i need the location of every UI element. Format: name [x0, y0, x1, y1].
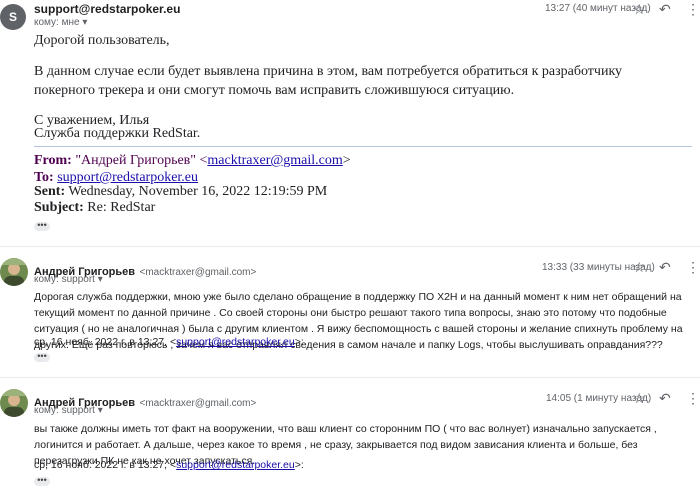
- quote-email-link[interactable]: support@redstarpoker.eu: [176, 459, 295, 471]
- recipient-text: кому: support: [34, 274, 95, 285]
- sender-avatar[interactable]: [0, 258, 28, 286]
- quoted-sent-value: Wednesday, November 16, 2022 12:19:59 PM: [68, 184, 328, 199]
- star-icon[interactable]: ☆: [633, 391, 646, 405]
- quote-header: ср, 16 нояб. 2022 г. в 13:27, <support@r…: [34, 334, 304, 350]
- recipient-line[interactable]: кому: support ▾: [34, 274, 103, 285]
- message-divider: [0, 377, 700, 378]
- sender-avatar[interactable]: [0, 389, 28, 417]
- recipient-line[interactable]: кому: мне ▾: [34, 17, 87, 28]
- more-vert-icon[interactable]: ⋮: [686, 2, 700, 16]
- message-divider: [0, 246, 700, 247]
- recipient-text: кому: support: [34, 405, 95, 416]
- quoted-from-label: From:: [34, 153, 72, 168]
- more-vert-icon[interactable]: ⋮: [686, 391, 700, 405]
- show-trimmed-content-button[interactable]: •••: [34, 352, 50, 362]
- reply-icon[interactable]: ↶: [659, 260, 671, 274]
- quoted-subject-label: Subject:: [34, 200, 84, 215]
- quote-email-link[interactable]: support@redstarpoker.eu: [176, 336, 295, 348]
- sender-avatar[interactable]: S: [0, 4, 26, 30]
- star-icon[interactable]: ☆: [633, 260, 646, 274]
- quoted-from-name: "Андрей Григорьев" <: [75, 153, 208, 168]
- quoted-sent-label: Sent:: [34, 184, 66, 199]
- quote-prefix: ср, 16 нояб. 2022 г. в 13:27, <: [34, 459, 177, 471]
- avatar-photo-icon: [0, 389, 28, 417]
- reply-icon[interactable]: ↶: [659, 2, 671, 16]
- chevron-down-icon[interactable]: ▾: [98, 274, 103, 285]
- more-vert-icon[interactable]: ⋮: [686, 260, 700, 274]
- avatar-photo-icon: [0, 258, 28, 286]
- recipient-line[interactable]: кому: support ▾: [34, 405, 103, 416]
- show-trimmed-content-button[interactable]: •••: [34, 476, 50, 486]
- quote-suffix: >:: [294, 336, 304, 348]
- sender-email: <macktraxer@gmail.com>: [139, 267, 257, 278]
- star-icon[interactable]: ☆: [633, 2, 646, 16]
- quote-header: ср, 16 нояб. 2022 г. в 13:27, <support@r…: [34, 457, 304, 473]
- message-greeting: Дорогой пользователь,: [34, 33, 170, 48]
- quoted-from-close: >: [342, 153, 351, 168]
- quote-prefix: ср, 16 нояб. 2022 г. в 13:27, <: [34, 336, 177, 348]
- reply-icon[interactable]: ↶: [659, 391, 671, 405]
- quoted-subject: Subject: Re: RedStar: [34, 198, 155, 217]
- quote-divider: [34, 146, 692, 147]
- sender-email: <macktraxer@gmail.com>: [139, 398, 257, 409]
- quoted-subject-value: Re: RedStar: [87, 200, 156, 215]
- signature-line-2: Служба поддержки RedStar.: [34, 126, 201, 141]
- show-trimmed-content-button[interactable]: •••: [34, 221, 50, 231]
- chevron-down-icon[interactable]: ▾: [98, 405, 103, 416]
- recipient-text: кому: мне: [34, 17, 80, 28]
- avatar-letter: S: [8, 10, 17, 24]
- quote-suffix: >:: [294, 459, 304, 471]
- quoted-from-email[interactable]: macktraxer@gmail.com: [207, 153, 342, 168]
- chevron-down-icon[interactable]: ▾: [82, 17, 87, 28]
- sender-name[interactable]: support@redstarpoker.eu: [34, 2, 180, 16]
- message-paragraph: В данном случае если будет выявлена прич…: [34, 64, 623, 98]
